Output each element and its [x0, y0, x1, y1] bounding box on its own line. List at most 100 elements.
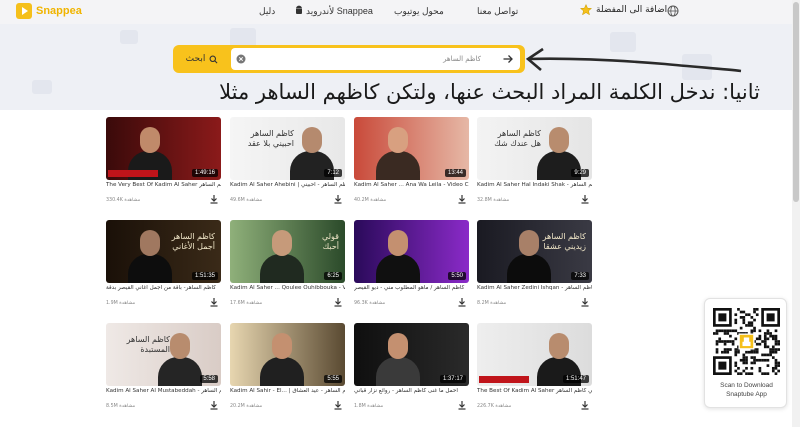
qr-module: [761, 358, 764, 362]
search-input[interactable]: [247, 51, 497, 67]
qr-module: [750, 361, 754, 365]
video-duration: 6:25: [324, 272, 342, 280]
video-card[interactable]: كاظم الساهر احبيني بلا عقد 7:12 Kadim Al S…: [230, 117, 348, 212]
qr-module: [755, 348, 759, 351]
video-thumbnail[interactable]: 5:55: [230, 323, 345, 386]
download-icon[interactable]: [457, 400, 467, 410]
qr-module: [737, 350, 740, 354]
video-card[interactable]: كاظم الساهر هل عندك شك 9:29 Kadim Al Saher…: [477, 117, 595, 212]
video-title[interactable]: Kadim Al Saher ... Ana Wa Leila - Video …: [354, 182, 469, 188]
video-title[interactable]: The Very Best Of Kadim Al Saher كاظم الس…: [106, 182, 221, 188]
video-thumbnail[interactable]: 1:49:16: [106, 117, 221, 180]
video-title[interactable]: Kadim Al Saher Hal Indaki Shak - كاظم ال…: [477, 182, 592, 188]
video-thumbnail[interactable]: 1:37:17: [354, 323, 469, 386]
video-thumbnail[interactable]: كاظم الساهر هل عندك شك 9:29: [477, 117, 592, 180]
download-icon[interactable]: [580, 194, 590, 204]
qr-module: [774, 334, 778, 338]
video-views: 1.8M مشاهدة: [354, 404, 384, 409]
qr-module: [726, 340, 730, 343]
video-title[interactable]: Kadim Al Saher Zedini Ishqan - كاظم السا…: [477, 285, 592, 291]
video-card[interactable]: كاظم الساهر المستبدة 5:58 Kadim Al Saher A…: [106, 323, 224, 418]
download-icon[interactable]: [457, 297, 467, 307]
qr-module: [742, 358, 746, 362]
video-title[interactable]: Kadim Al Saher Al Mustabeddah - كاظم الس…: [106, 388, 221, 394]
video-title[interactable]: Kadim Al Saher ... Qoulee Ouhibbouka - V…: [230, 285, 345, 291]
video-title[interactable]: The Best Of Kadim Al Saher أجمل أغاني كا…: [477, 388, 592, 394]
qr-module: [731, 329, 735, 333]
video-thumbnail[interactable]: 13:44: [354, 117, 469, 180]
download-icon[interactable]: [333, 400, 343, 410]
video-thumbnail[interactable]: 1:51:47: [477, 323, 592, 386]
video-thumbnail[interactable]: كاظم الساهر احبيني بلا عقد 7:12: [230, 117, 345, 180]
video-thumbnail[interactable]: كاظم الساهر زيديني عشقا 7:33: [477, 220, 592, 283]
video-title[interactable]: أحمل ما غنى كاظم الساهر - روائع نزار قبا…: [354, 388, 469, 394]
play-logo-icon: [16, 3, 32, 19]
video-title[interactable]: كاظم الساهر / ماهو المطلوب مني - ديو الق…: [354, 285, 469, 291]
person-silhouette: [376, 151, 420, 180]
download-icon[interactable]: [333, 297, 343, 307]
globe-icon[interactable]: [667, 5, 679, 17]
nav-youtube-converter[interactable]: محول يوتيوب: [394, 6, 444, 17]
download-icon[interactable]: [580, 400, 590, 410]
qr-module: [766, 337, 770, 341]
video-views: 17.6M مشاهدة: [230, 301, 263, 306]
nav-android[interactable]: لأندرويد Snappea: [306, 6, 373, 17]
arrow-right-icon[interactable]: [502, 53, 514, 65]
qr-module: [750, 321, 754, 325]
video-title[interactable]: كاظم الساهر- باقة من أجمل أغاني القيصر ب…: [106, 285, 221, 291]
qr-module: [742, 316, 746, 319]
video-card[interactable]: 5:50 كاظم الساهر / ماهو المطلوب مني - ديو…: [354, 220, 472, 315]
qr-module: [753, 326, 756, 330]
download-icon[interactable]: [580, 297, 590, 307]
nav-contact[interactable]: تواصل معنا: [477, 6, 518, 17]
qr-module: [729, 348, 732, 351]
video-title[interactable]: Kadim Al Sahir - El... | كاظم الساهر - ع…: [230, 388, 345, 394]
search-button-label: ابحث: [185, 54, 206, 64]
search-button[interactable]: ابحث: [177, 48, 227, 70]
video-thumbnail[interactable]: قولي أحبك 6:25: [230, 220, 345, 283]
download-icon[interactable]: [333, 194, 343, 204]
video-card[interactable]: 5:55 Kadim Al Sahir - El... | كاظم الساهر…: [230, 323, 348, 418]
video-card[interactable]: 1:49:16 The Very Best Of Kadim Al Saher ك…: [106, 117, 224, 212]
video-card[interactable]: كاظم الساهر أجمل الأغاني 1:51:35 كاظم السا…: [106, 220, 224, 315]
person-head: [302, 127, 322, 153]
qr-module: [747, 313, 751, 317]
qr-module: [763, 345, 767, 349]
qr-module: [774, 350, 778, 354]
download-icon[interactable]: [209, 297, 219, 307]
scrollbar-thumb[interactable]: [793, 2, 799, 202]
video-views: 226.7K مشاهدة: [477, 404, 512, 409]
qr-module: [715, 329, 719, 333]
qr-module: [766, 313, 775, 322]
video-card[interactable]: 13:44 Kadim Al Saher ... Ana Wa Leila - V…: [354, 117, 472, 212]
video-views: 330.4K مشاهدة: [106, 198, 141, 203]
download-icon[interactable]: [209, 194, 219, 204]
video-card[interactable]: 1:37:17 أحمل ما غنى كاظم الساهر - روائع ن…: [354, 323, 472, 418]
video-duration: 9:29: [571, 169, 589, 177]
download-icon[interactable]: [209, 400, 219, 410]
video-thumbnail[interactable]: كاظم الساهر أجمل الأغاني 1:51:35: [106, 220, 221, 283]
qr-module: [766, 364, 770, 367]
close-circle-icon[interactable]: [236, 54, 246, 64]
qr-module: [774, 348, 778, 351]
video-thumbnail[interactable]: 5:50: [354, 220, 469, 283]
brand-logo[interactable]: Snappea: [16, 3, 82, 19]
search-bar: ابحث: [173, 45, 525, 73]
qr-module: [734, 348, 738, 351]
video-title[interactable]: Kadim Al Saher Ahebini | كاظم الساهر - أ…: [230, 182, 345, 188]
video-card[interactable]: 1:51:47 The Best Of Kadim Al Saher أجمل أ…: [477, 323, 595, 418]
nav-guide[interactable]: دليل: [259, 6, 275, 17]
qr-download-panel[interactable]: Scan to Download Snaptube App: [704, 298, 787, 408]
qr-code-icon: [713, 308, 780, 375]
person-silhouette: [376, 254, 420, 283]
video-card[interactable]: كاظم الساهر زيديني عشقا 7:33 Kadim Al Sahe…: [477, 220, 595, 315]
download-icon[interactable]: [457, 194, 467, 204]
add-favorite-button[interactable]: اضافة الى المفضلة: [580, 4, 667, 16]
video-thumbnail[interactable]: كاظم الساهر المستبدة 5:58: [106, 323, 221, 386]
video-card[interactable]: قولي أحبك 6:25 Kadim Al Saher ... Qoulee O…: [230, 220, 348, 315]
scrollbar[interactable]: [792, 0, 800, 427]
qr-module: [721, 350, 724, 354]
qr-module: [734, 369, 738, 373]
video-duration: 5:58: [200, 375, 218, 383]
decoration-shape: [32, 80, 52, 94]
